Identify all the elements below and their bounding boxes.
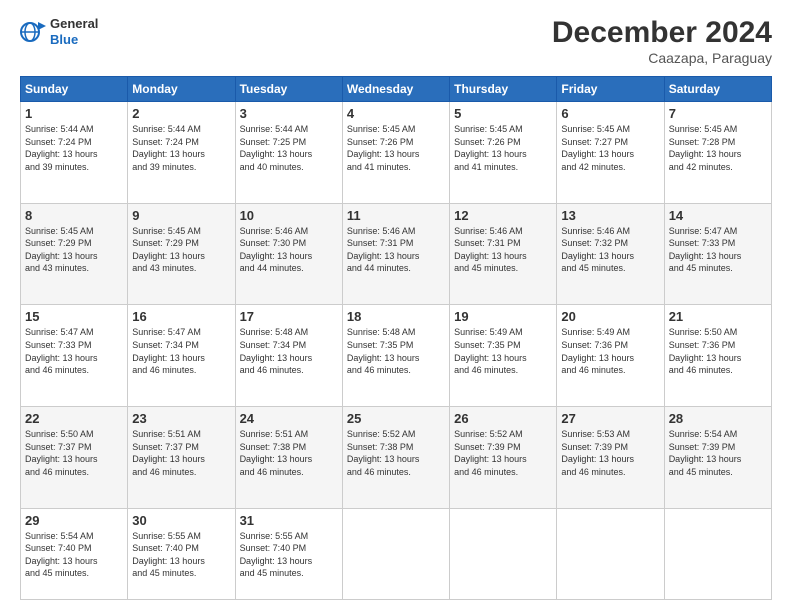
empty-cell (557, 508, 664, 599)
week-row-3: 15Sunrise: 5:47 AMSunset: 7:33 PMDayligh… (21, 305, 772, 407)
col-saturday: Saturday (664, 77, 771, 102)
table-row: 2Sunrise: 5:44 AMSunset: 7:24 PMDaylight… (128, 102, 235, 204)
col-tuesday: Tuesday (235, 77, 342, 102)
table-row: 5Sunrise: 5:45 AMSunset: 7:26 PMDaylight… (450, 102, 557, 204)
table-row: 28Sunrise: 5:54 AMSunset: 7:39 PMDayligh… (664, 406, 771, 508)
col-wednesday: Wednesday (342, 77, 449, 102)
table-row: 3Sunrise: 5:44 AMSunset: 7:25 PMDaylight… (235, 102, 342, 204)
table-row: 18Sunrise: 5:48 AMSunset: 7:35 PMDayligh… (342, 305, 449, 407)
table-row: 4Sunrise: 5:45 AMSunset: 7:26 PMDaylight… (342, 102, 449, 204)
table-row: 22Sunrise: 5:50 AMSunset: 7:37 PMDayligh… (21, 406, 128, 508)
week-row-5: 29Sunrise: 5:54 AMSunset: 7:40 PMDayligh… (21, 508, 772, 599)
week-row-2: 8Sunrise: 5:45 AMSunset: 7:29 PMDaylight… (21, 203, 772, 305)
calendar-header-row: Sunday Monday Tuesday Wednesday Thursday… (21, 77, 772, 102)
title-block: December 2024 Caazapa, Paraguay (552, 16, 772, 66)
col-monday: Monday (128, 77, 235, 102)
table-row: 15Sunrise: 5:47 AMSunset: 7:33 PMDayligh… (21, 305, 128, 407)
table-row: 8Sunrise: 5:45 AMSunset: 7:29 PMDaylight… (21, 203, 128, 305)
table-row: 27Sunrise: 5:53 AMSunset: 7:39 PMDayligh… (557, 406, 664, 508)
empty-cell (342, 508, 449, 599)
table-row: 12Sunrise: 5:46 AMSunset: 7:31 PMDayligh… (450, 203, 557, 305)
logo-globe-icon (20, 18, 48, 46)
table-row: 16Sunrise: 5:47 AMSunset: 7:34 PMDayligh… (128, 305, 235, 407)
table-row: 20Sunrise: 5:49 AMSunset: 7:36 PMDayligh… (557, 305, 664, 407)
table-row: 30Sunrise: 5:55 AMSunset: 7:40 PMDayligh… (128, 508, 235, 599)
week-row-1: 1Sunrise: 5:44 AMSunset: 7:24 PMDaylight… (21, 102, 772, 204)
table-row: 29Sunrise: 5:54 AMSunset: 7:40 PMDayligh… (21, 508, 128, 599)
table-row: 19Sunrise: 5:49 AMSunset: 7:35 PMDayligh… (450, 305, 557, 407)
col-friday: Friday (557, 77, 664, 102)
table-row: 24Sunrise: 5:51 AMSunset: 7:38 PMDayligh… (235, 406, 342, 508)
empty-cell (450, 508, 557, 599)
table-row: 31Sunrise: 5:55 AMSunset: 7:40 PMDayligh… (235, 508, 342, 599)
col-thursday: Thursday (450, 77, 557, 102)
table-row: 1Sunrise: 5:44 AMSunset: 7:24 PMDaylight… (21, 102, 128, 204)
table-row: 25Sunrise: 5:52 AMSunset: 7:38 PMDayligh… (342, 406, 449, 508)
table-row: 7Sunrise: 5:45 AMSunset: 7:28 PMDaylight… (664, 102, 771, 204)
table-row: 6Sunrise: 5:45 AMSunset: 7:27 PMDaylight… (557, 102, 664, 204)
col-sunday: Sunday (21, 77, 128, 102)
week-row-4: 22Sunrise: 5:50 AMSunset: 7:37 PMDayligh… (21, 406, 772, 508)
table-row: 10Sunrise: 5:46 AMSunset: 7:30 PMDayligh… (235, 203, 342, 305)
table-row: 23Sunrise: 5:51 AMSunset: 7:37 PMDayligh… (128, 406, 235, 508)
table-row: 14Sunrise: 5:47 AMSunset: 7:33 PMDayligh… (664, 203, 771, 305)
table-row: 21Sunrise: 5:50 AMSunset: 7:36 PMDayligh… (664, 305, 771, 407)
calendar-table: Sunday Monday Tuesday Wednesday Thursday… (20, 76, 772, 600)
header: General Blue December 2024 Caazapa, Para… (20, 16, 772, 66)
table-row: 13Sunrise: 5:46 AMSunset: 7:32 PMDayligh… (557, 203, 664, 305)
table-row: 17Sunrise: 5:48 AMSunset: 7:34 PMDayligh… (235, 305, 342, 407)
table-row: 11Sunrise: 5:46 AMSunset: 7:31 PMDayligh… (342, 203, 449, 305)
page: General Blue December 2024 Caazapa, Para… (0, 0, 792, 612)
location: Caazapa, Paraguay (552, 50, 772, 66)
table-row: 26Sunrise: 5:52 AMSunset: 7:39 PMDayligh… (450, 406, 557, 508)
empty-cell (664, 508, 771, 599)
table-row: 9Sunrise: 5:45 AMSunset: 7:29 PMDaylight… (128, 203, 235, 305)
month-title: December 2024 (552, 16, 772, 50)
logo: General Blue (20, 16, 98, 47)
